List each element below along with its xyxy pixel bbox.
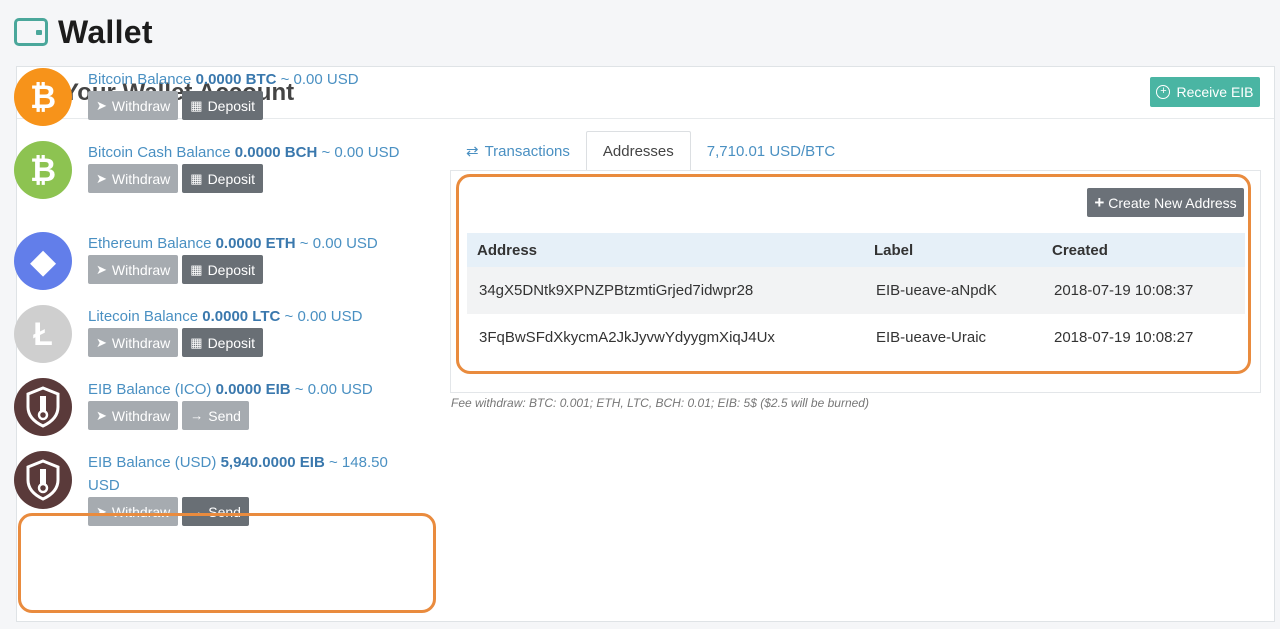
highlight-annotation (18, 513, 436, 613)
coin-balance-text: Ethereum Balance 0.0000 ETH ~ 0.00 USD (88, 235, 378, 252)
wallet-icon (14, 18, 48, 46)
qr-code-icon: ▦ (190, 334, 203, 350)
withdraw-button[interactable]: ➤ Withdraw (88, 328, 179, 357)
qr-code-icon: ▦ (190, 170, 203, 186)
fee-note: Fee withdraw: BTC: 0.001; ETH, LTC, BCH:… (451, 396, 869, 410)
withdraw-button[interactable]: ➤ Withdraw (88, 401, 179, 430)
bitcoin-cash-logo: ₿ (14, 141, 72, 199)
arrow-right-icon: → (190, 408, 204, 423)
coin-balance-text: Litecoin Balance 0.0000 LTC ~ 0.00 USD (88, 308, 363, 325)
tab-btc-rate[interactable]: 7,710.01 USD/BTC (691, 131, 851, 171)
coin-balance-text: Bitcoin Cash Balance 0.0000 BCH ~ 0.00 U… (88, 144, 400, 161)
coin-row-eib-ico: EIB Balance (ICO) 0.0000 EIB ~ 0.00 USD … (14, 378, 414, 451)
coin-row-bitcoin: ₿ Bitcoin Balance 0.0000 BTC ~ 0.00 USD … (14, 68, 414, 141)
qr-code-icon: ▦ (190, 261, 203, 277)
wallet-tabs: ⇄ Transactions Addresses 7,710.01 USD/BT… (450, 131, 851, 171)
plus-circle-icon: + (1156, 85, 1171, 99)
withdraw-button[interactable]: ➤ Withdraw (88, 91, 179, 120)
eib-logo (14, 378, 72, 436)
receive-eib-button[interactable]: + Receive EIB (1150, 77, 1260, 107)
coin-balance-text: EIB Balance (USD) 5,940.0000 EIB ~ 148.5… (88, 454, 388, 494)
qr-code-icon: ▦ (190, 97, 203, 113)
coin-balance-text: Bitcoin Balance 0.0000 BTC ~ 0.00 USD (88, 71, 359, 88)
coin-row-litecoin: Ł Litecoin Balance 0.0000 LTC ~ 0.00 USD… (14, 305, 414, 378)
deposit-button[interactable]: ▦ Deposit (182, 164, 264, 193)
deposit-button[interactable]: ▦ Deposit (182, 328, 264, 357)
coin-balance-list: ₿ Bitcoin Balance 0.0000 BTC ~ 0.00 USD … (14, 68, 414, 542)
coin-balance-text: EIB Balance (ICO) 0.0000 EIB ~ 0.00 USD (88, 381, 373, 398)
bitcoin-logo: ₿ (14, 68, 72, 126)
eib-shield-key-icon (26, 459, 60, 501)
deposit-button[interactable]: ▦ Deposit (182, 255, 264, 284)
paper-plane-icon: ➤ (96, 334, 107, 350)
coin-row-ethereum: ◆ Ethereum Balance 0.0000 ETH ~ 0.00 USD… (14, 232, 414, 305)
tab-addresses[interactable]: Addresses (585, 131, 691, 171)
page-header: Wallet (14, 12, 153, 52)
litecoin-logo: Ł (14, 305, 72, 363)
paper-plane-icon: ➤ (96, 97, 107, 113)
withdraw-button[interactable]: ➤ Withdraw (88, 255, 179, 284)
paper-plane-icon: ➤ (96, 407, 107, 423)
coin-row-bitcoin-cash: ₿ Bitcoin Cash Balance 0.0000 BCH ~ 0.00… (14, 141, 414, 232)
send-button[interactable]: → Send (182, 401, 249, 430)
page-title: Wallet (58, 13, 153, 50)
withdraw-button[interactable]: ➤ Withdraw (88, 164, 179, 193)
tab-transactions[interactable]: ⇄ Transactions (450, 131, 586, 171)
deposit-button[interactable]: ▦ Deposit (182, 91, 264, 120)
ethereum-logo: ◆ (14, 232, 72, 290)
paper-plane-icon: ➤ (96, 170, 107, 186)
swap-arrows-icon: ⇄ (466, 143, 479, 160)
highlight-annotation (456, 174, 1251, 374)
eib-shield-key-icon (26, 386, 60, 428)
eib-logo (14, 451, 72, 509)
paper-plane-icon: ➤ (96, 261, 107, 277)
